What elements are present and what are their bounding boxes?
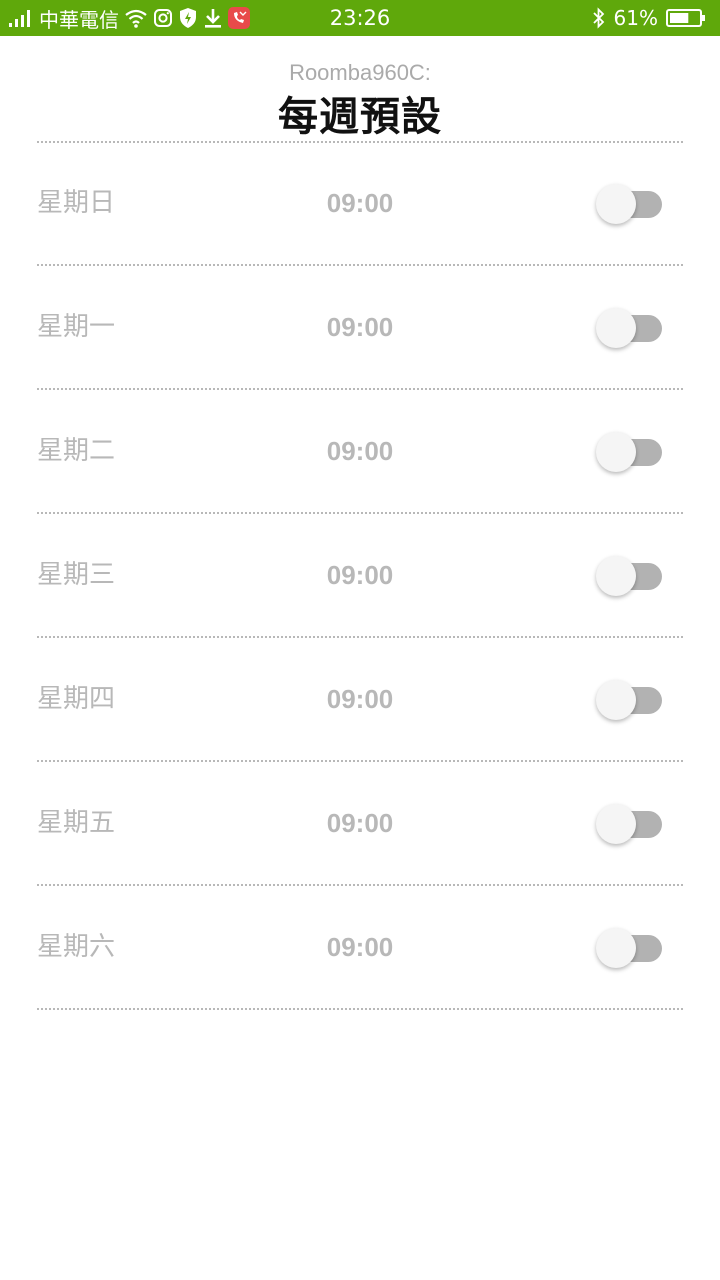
time-label[interactable]: 09:00 xyxy=(280,310,440,344)
status-bar-right: 61% xyxy=(592,0,706,36)
schedule-row-monday: 星期一 09:00 xyxy=(0,266,720,390)
time-label[interactable]: 09:00 xyxy=(280,930,440,964)
day-label: 星期四 xyxy=(37,684,116,714)
page-header: Roomba960C: 每週預設 xyxy=(0,36,720,142)
time-label[interactable]: 09:00 xyxy=(280,806,440,840)
schedule-list: 星期日 09:00 星期一 09:00 星期二 09:00 星期三 09:00 xyxy=(0,142,720,1010)
schedule-toggle[interactable] xyxy=(596,430,664,474)
status-bar: 中華電信 23:26 61% xyxy=(0,0,720,36)
schedule-row-wednesday: 星期三 09:00 xyxy=(0,514,720,638)
schedule-row-sunday: 星期日 09:00 xyxy=(0,142,720,266)
page-title: 每週預設 xyxy=(278,94,442,140)
toggle-thumb xyxy=(596,680,636,720)
time-label[interactable]: 09:00 xyxy=(280,558,440,592)
schedule-row-saturday: 星期六 09:00 xyxy=(0,886,720,1010)
toggle-thumb xyxy=(596,928,636,968)
battery-icon xyxy=(666,8,706,28)
time-label[interactable]: 09:00 xyxy=(280,682,440,716)
schedule-toggle[interactable] xyxy=(596,802,664,846)
schedule-row-friday: 星期五 09:00 xyxy=(0,762,720,886)
day-label: 星期二 xyxy=(37,436,116,466)
bluetooth-icon xyxy=(592,7,606,29)
day-label: 星期三 xyxy=(37,560,116,590)
schedule-toggle[interactable] xyxy=(596,554,664,598)
schedule-row-thursday: 星期四 09:00 xyxy=(0,638,720,762)
device-name: Roomba960C: xyxy=(289,60,431,85)
time-label[interactable]: 09:00 xyxy=(280,186,440,220)
day-label: 星期五 xyxy=(37,808,116,838)
row-divider xyxy=(37,1008,683,1010)
day-label: 星期一 xyxy=(37,312,116,342)
toggle-thumb xyxy=(596,184,636,224)
schedule-toggle[interactable] xyxy=(596,182,664,226)
battery-percent: 61% xyxy=(613,6,658,30)
schedule-row-tuesday: 星期二 09:00 xyxy=(0,390,720,514)
toggle-thumb xyxy=(596,432,636,472)
day-label: 星期日 xyxy=(37,188,116,218)
time-label[interactable]: 09:00 xyxy=(280,434,440,468)
schedule-toggle[interactable] xyxy=(596,678,664,722)
schedule-toggle[interactable] xyxy=(596,926,664,970)
toggle-thumb xyxy=(596,804,636,844)
toggle-thumb xyxy=(596,556,636,596)
toggle-thumb xyxy=(596,308,636,348)
day-label: 星期六 xyxy=(37,932,116,962)
schedule-toggle[interactable] xyxy=(596,306,664,350)
